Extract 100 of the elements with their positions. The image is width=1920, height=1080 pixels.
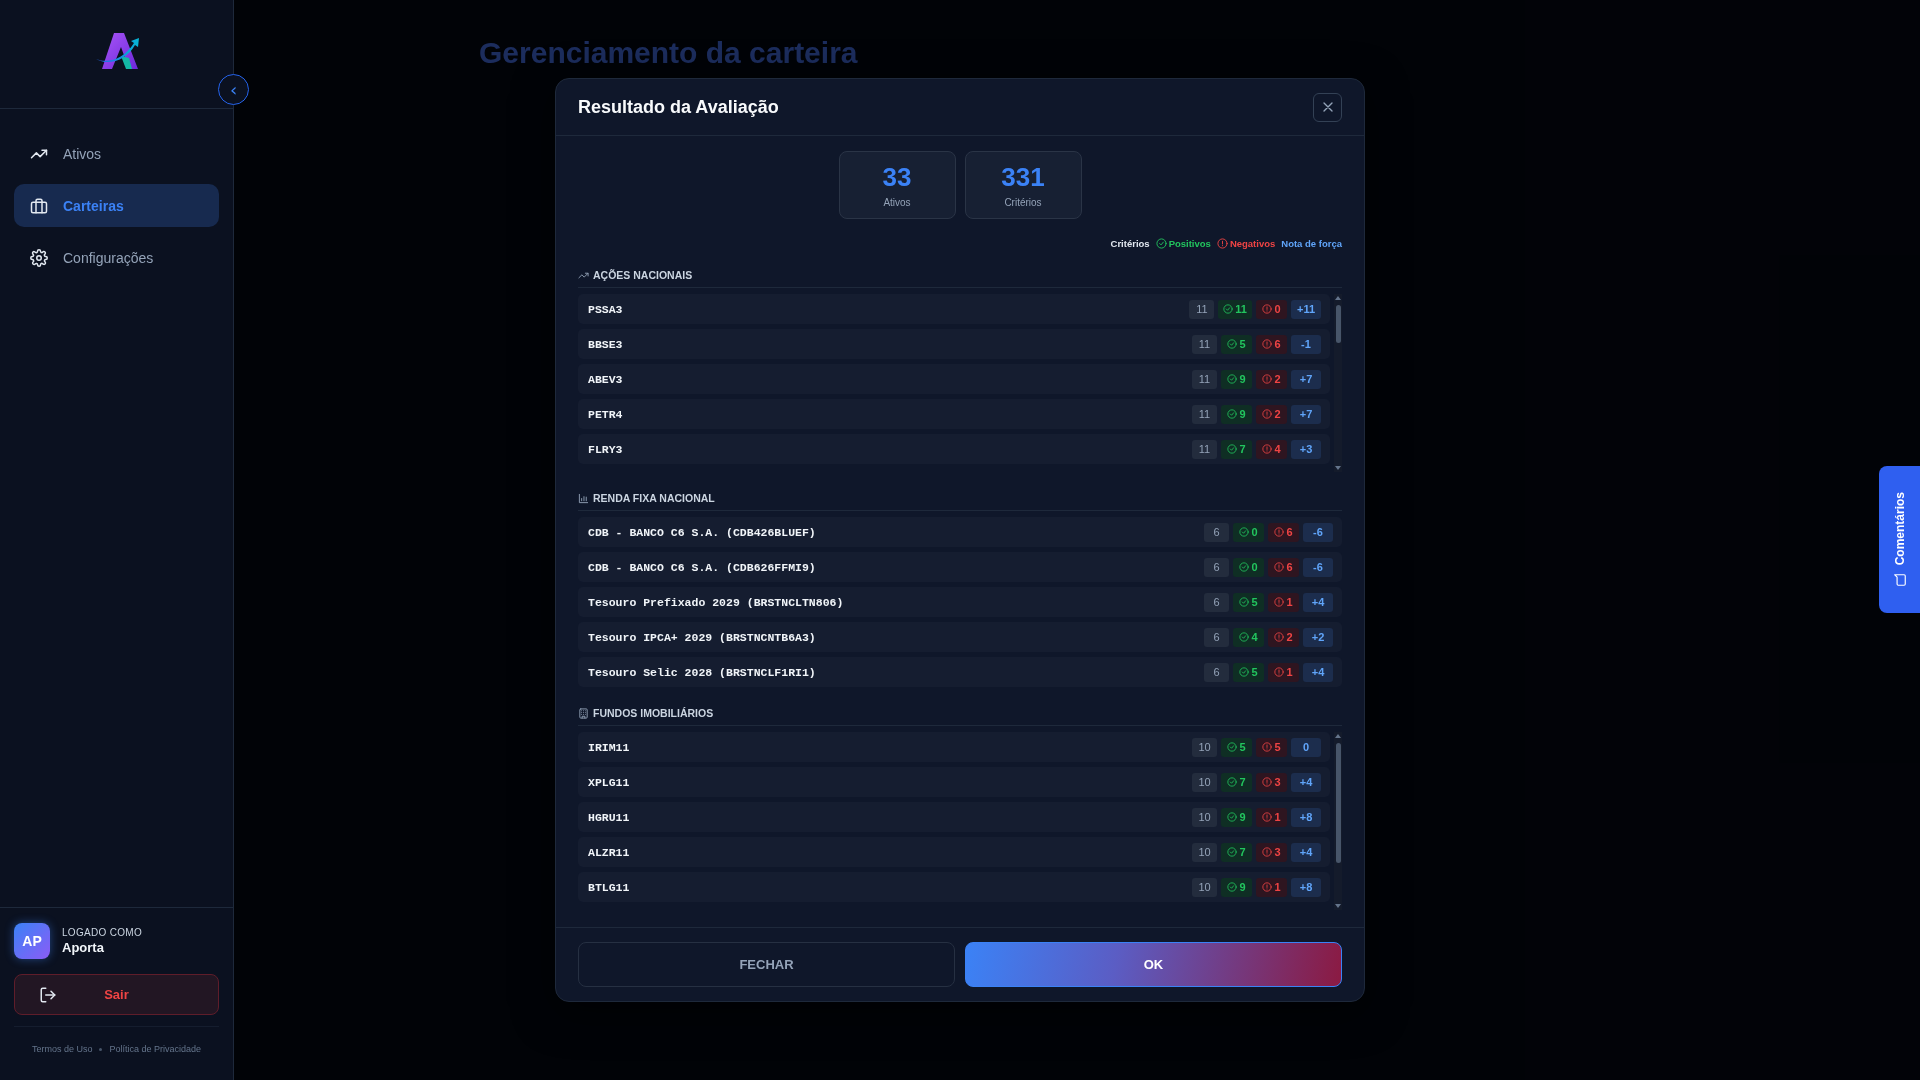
total-badge: 6: [1204, 522, 1229, 542]
alert-circle-icon: [1274, 667, 1285, 677]
building-icon: [578, 707, 589, 719]
check-circle-icon: [1227, 882, 1238, 892]
logout-icon: [39, 985, 57, 1004]
score-badge: +4: [1291, 842, 1321, 862]
asset-name: ALZR11: [588, 845, 630, 859]
legend-label: Negativos: [1229, 238, 1276, 249]
nav-item[interactable]: Configurações: [14, 236, 219, 279]
positive-badge: 9: [1221, 807, 1252, 827]
alert-circle-icon: [1262, 812, 1273, 822]
positive-badge: 7: [1221, 772, 1252, 792]
feedback-tab[interactable]: Comentários: [1879, 466, 1920, 613]
footer-link[interactable]: Política de Privacidade: [109, 1044, 202, 1054]
check-circle-icon: [1227, 812, 1238, 822]
total-badge: 10: [1192, 807, 1217, 827]
asset-name: FLRY3: [588, 442, 623, 456]
check-circle-icon: [1239, 527, 1250, 537]
negative-badge: 6: [1268, 522, 1299, 542]
footer-link[interactable]: Termos de Uso: [31, 1044, 93, 1054]
check-circle-icon: [1227, 777, 1238, 787]
check-circle-icon: [1155, 238, 1167, 249]
alert-circle-icon: [1274, 562, 1285, 572]
scrollbar[interactable]: [1334, 294, 1342, 472]
total-badge: 10: [1192, 842, 1217, 862]
asset-name: ABEV3: [588, 372, 623, 386]
negative-badge: 3: [1256, 772, 1287, 792]
score-badge: +7: [1291, 369, 1321, 389]
total-badge: 11: [1192, 439, 1217, 459]
alert-circle-icon: [1262, 882, 1273, 892]
nav-item[interactable]: Ativos: [14, 132, 219, 175]
negative-badge: 6: [1268, 557, 1299, 577]
positive-badge: 11: [1218, 299, 1252, 319]
positive-badge: 5: [1233, 592, 1264, 612]
total-badge: 11: [1189, 299, 1215, 319]
alert-circle-icon: [1262, 374, 1273, 384]
check-circle-icon: [1227, 847, 1238, 857]
asset-name: HGRU11: [588, 810, 630, 824]
asset-name: IRIM11: [588, 740, 630, 754]
score-badge: -6: [1303, 522, 1333, 542]
settings-icon: [30, 248, 48, 267]
check-circle-icon: [1227, 409, 1238, 419]
asset-name: Tesouro IPCA+ 2029 (BRSTNCNTB6A3): [588, 630, 816, 644]
asset-name: PSSA3: [588, 302, 623, 316]
separator-dot: [99, 1047, 103, 1051]
alert-circle-icon: [1262, 847, 1273, 857]
asset-name: CDB - BANCO C6 S.A. (CDB426BLUEF): [588, 525, 816, 539]
positive-badge: 9: [1221, 404, 1252, 424]
asset-name: XPLG11: [588, 775, 630, 789]
stat-label: Critérios: [1004, 197, 1042, 208]
negative-badge: 2: [1256, 404, 1287, 424]
alert-circle-icon: [1262, 339, 1273, 349]
logout-button[interactable]: Sair: [14, 974, 219, 1015]
close-button[interactable]: FECHAR: [578, 942, 955, 987]
total-badge: 11: [1192, 334, 1217, 354]
total-badge: 11: [1192, 404, 1217, 424]
legend-label: Nota de força: [1281, 238, 1342, 249]
negative-badge: 3: [1256, 842, 1287, 862]
negative-badge: 1: [1268, 662, 1299, 682]
legend-title: Critérios: [1110, 238, 1150, 249]
asset-name: CDB - BANCO C6 S.A. (CDB626FFMI9): [588, 560, 816, 574]
comment-icon: [1892, 573, 1907, 588]
alert-circle-icon: [1262, 777, 1273, 787]
section-title: AÇÕES NACIONAIS: [593, 269, 693, 281]
ok-button[interactable]: OK: [965, 942, 1342, 987]
briefcase-icon: [30, 196, 48, 215]
page-title: Gerenciamento da carteira: [479, 36, 859, 70]
negative-badge: 2: [1268, 627, 1299, 647]
asset-name: BBSE3: [588, 337, 623, 351]
check-circle-icon: [1239, 597, 1250, 607]
score-badge: +8: [1291, 807, 1321, 827]
score-badge: -1: [1291, 334, 1321, 354]
close-button[interactable]: [1313, 92, 1342, 122]
negative-badge: 6: [1256, 334, 1287, 354]
alert-circle-icon: [1262, 304, 1273, 314]
score-badge: +8: [1291, 877, 1321, 897]
user-caption: LOGADO COMO: [62, 927, 142, 938]
alert-circle-icon: [1262, 409, 1273, 419]
negative-badge: 1: [1268, 592, 1299, 612]
total-badge: 6: [1204, 627, 1229, 647]
alert-circle-icon: [1274, 527, 1285, 537]
positive-badge: 0: [1233, 557, 1264, 577]
check-circle-icon: [1227, 374, 1238, 384]
check-circle-icon: [1239, 667, 1250, 677]
total-badge: 10: [1192, 737, 1217, 757]
asset-name: Tesouro Prefixado 2029 (BRSTNCLTN806): [588, 595, 844, 609]
nav-item[interactable]: Carteiras: [14, 184, 219, 227]
asset-name: BTLG11: [588, 880, 630, 894]
total-badge: 11: [1192, 369, 1217, 389]
positive-badge: 9: [1221, 877, 1252, 897]
total-badge: 10: [1192, 772, 1217, 792]
negative-badge: 4: [1256, 439, 1287, 459]
score-badge: 0: [1291, 737, 1321, 757]
asset-name: PETR4: [588, 407, 623, 421]
total-badge: 6: [1204, 557, 1229, 577]
scrollbar[interactable]: [1334, 732, 1342, 910]
check-circle-icon: [1227, 339, 1238, 349]
check-circle-icon: [1227, 742, 1238, 752]
score-badge: +3: [1291, 439, 1321, 459]
check-circle-icon: [1239, 562, 1250, 572]
